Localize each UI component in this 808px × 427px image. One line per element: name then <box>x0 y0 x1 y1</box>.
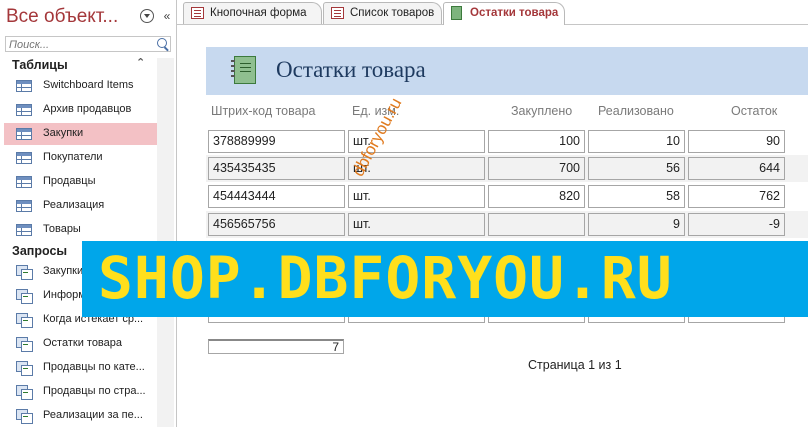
nav-item-label: Остатки товара <box>43 337 123 349</box>
table-cell: 454443444 <box>208 185 345 208</box>
table-cell: шт. <box>348 185 485 208</box>
table-icon <box>16 128 32 140</box>
report-header: Остатки товара <box>206 47 808 95</box>
query-icon <box>16 361 33 376</box>
nav-item-query[interactable]: Остатки товара <box>4 333 157 355</box>
nav-collapse-icon[interactable]: « <box>160 9 174 23</box>
promo-banner-text: SHOP.DBFORYOU.RU <box>98 244 673 312</box>
table-cell: 56 <box>588 157 685 180</box>
table-cell: 644 <box>688 157 785 180</box>
tab-label: Список товаров <box>350 7 435 19</box>
nav-menu-dropdown-icon[interactable] <box>140 9 154 23</box>
nav-item-label: Продавцы <box>43 175 96 187</box>
query-icon <box>16 313 33 328</box>
table-cell: 435435435 <box>208 157 345 180</box>
nav-item-label: Реализации за пе... <box>43 409 143 421</box>
form-icon <box>331 7 344 19</box>
table-cell: 58 <box>588 185 685 208</box>
tab-stock-report[interactable]: Остатки товара <box>443 2 565 25</box>
nav-item-query[interactable]: Реализации за пе... <box>4 405 157 427</box>
nav-item-label: Товары <box>43 223 81 235</box>
nav-item-table[interactable]: Продавцы <box>4 171 157 193</box>
table-cell: 762 <box>688 185 785 208</box>
column-header: Остаток <box>731 104 778 118</box>
group-label: Запросы <box>12 244 68 258</box>
query-icon <box>16 409 33 424</box>
chevron-up-icon[interactable]: ⌃ <box>136 56 145 69</box>
tab-switchboard-form[interactable]: Кнопочная форма <box>183 2 322 24</box>
table-icon <box>16 104 32 116</box>
table-cell: 700 <box>488 157 585 180</box>
tab-label: Остатки товара <box>470 7 559 19</box>
nav-item-label: Покупатели <box>43 151 103 163</box>
query-icon <box>16 289 33 304</box>
nav-item-label: Закупки <box>43 127 84 139</box>
table-cell: 378889999 <box>208 130 345 153</box>
query-icon <box>16 337 33 352</box>
search-icon[interactable] <box>157 38 167 48</box>
nav-item-label: Архив продавцов <box>43 103 132 115</box>
promo-banner: SHOP.DBFORYOU.RU <box>82 241 808 317</box>
document-tabbar: Кнопочная форма Список товаров Остатки т… <box>177 0 808 25</box>
nav-item-query[interactable]: Продавцы по кате... <box>4 357 157 379</box>
column-header: Закуплено <box>511 104 573 118</box>
table-cell: 90 <box>688 130 785 153</box>
nav-item-table[interactable]: Switchboard Items <box>4 75 157 97</box>
column-header: Штрих-код товара <box>211 104 316 118</box>
table-cell: 820 <box>488 185 585 208</box>
nav-item-table[interactable]: Покупатели <box>4 147 157 169</box>
table-cell: 10 <box>588 130 685 153</box>
table-cell: 9 <box>588 213 685 236</box>
table-icon <box>16 176 32 188</box>
page-indicator: Страница 1 из 1 <box>528 358 622 372</box>
table-cell: -9 <box>688 213 785 236</box>
table-cell: 100 <box>488 130 585 153</box>
nav-search-input[interactable] <box>6 38 149 52</box>
nav-search-box <box>5 36 171 52</box>
tab-product-list[interactable]: Список товаров <box>323 2 442 24</box>
nav-item-label: Switchboard Items <box>43 79 134 91</box>
nav-item-label: Реализация <box>43 199 105 211</box>
nav-item-table[interactable]: Архив продавцов <box>4 99 157 121</box>
nav-item-table[interactable]: Реализация <box>4 195 157 217</box>
form-icon <box>191 7 204 19</box>
query-icon <box>16 265 33 280</box>
report-icon <box>451 6 462 20</box>
report-view: Остатки товара Штрих-код товара Ед. изм.… <box>178 25 808 427</box>
query-icon <box>16 385 33 400</box>
record-count-total: 7 <box>208 339 344 354</box>
report-title: Остатки товара <box>276 57 426 82</box>
report-notebook-icon <box>231 56 256 84</box>
group-tables[interactable]: Таблицы ⌃ <box>0 56 176 74</box>
nav-item-label: Продавцы по кате... <box>43 361 145 373</box>
table-icon <box>16 80 32 92</box>
nav-header: Все объект... « <box>0 0 176 34</box>
group-label: Таблицы <box>12 58 68 72</box>
tab-label: Кнопочная форма <box>210 7 307 19</box>
nav-item-query[interactable]: Продавцы по стра... <box>4 381 157 403</box>
table-icon <box>16 152 32 164</box>
navigation-pane: Все объект... « Таблицы ⌃ Switchboard It… <box>0 0 177 427</box>
table-cell: 456565756 <box>208 213 345 236</box>
nav-title[interactable]: Все объект... <box>6 6 118 28</box>
table-cell: шт. <box>348 213 485 236</box>
nav-item-table-selected[interactable]: Закупки <box>4 123 157 145</box>
column-header: Реализовано <box>598 104 674 118</box>
table-icon <box>16 200 32 212</box>
table-icon <box>16 224 32 236</box>
nav-item-table[interactable]: Товары <box>4 219 157 241</box>
nav-item-label: Продавцы по стра... <box>43 385 146 397</box>
table-cell <box>488 213 585 236</box>
